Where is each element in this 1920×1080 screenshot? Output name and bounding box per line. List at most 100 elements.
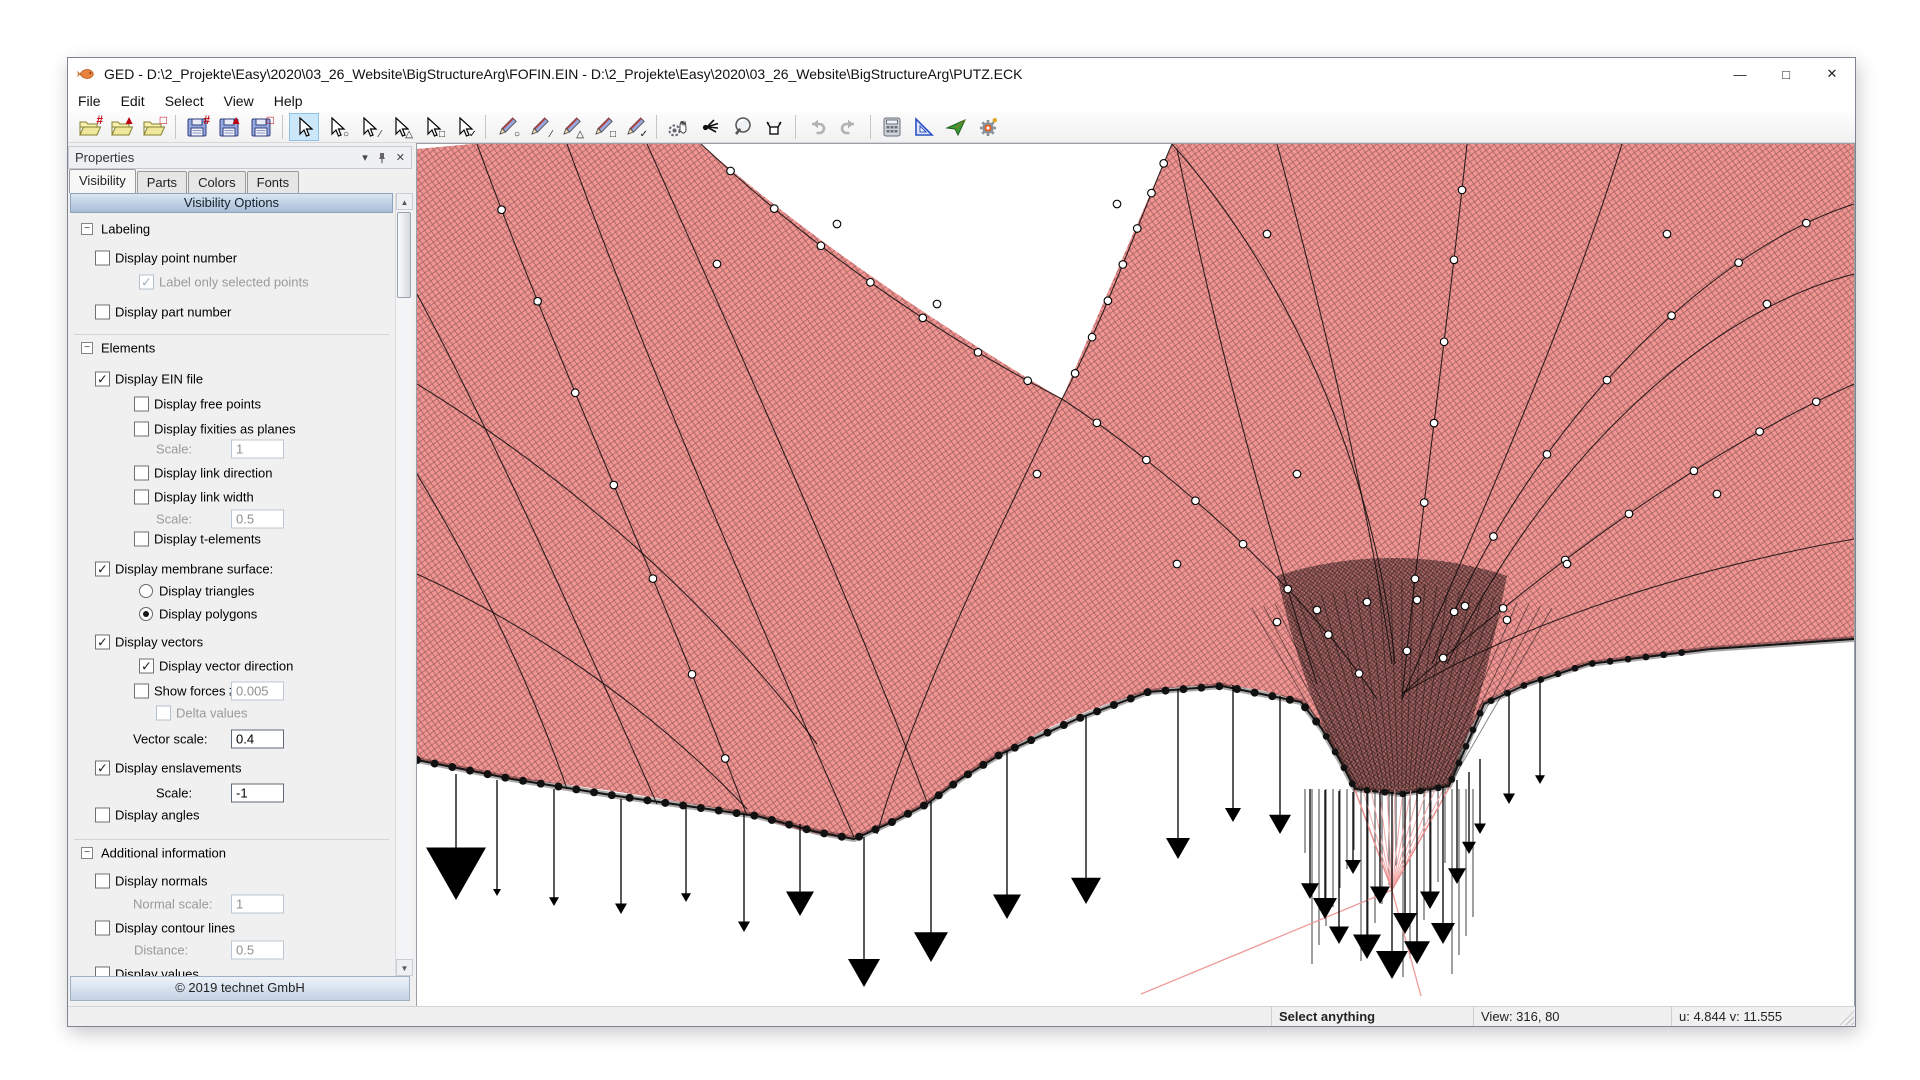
edit-apply-button[interactable]: ✓ [620,113,650,141]
checkbox[interactable] [95,808,110,823]
checkbox-label[interactable]: Display vectors [115,635,203,650]
undo-button[interactable] [802,113,832,141]
pin-icon[interactable] [376,152,388,164]
edit-points-button[interactable]: ○ [492,113,522,141]
zoom-button[interactable] [727,113,757,141]
panel-header[interactable]: Properties ▾ ✕ [68,146,412,169]
collapse-toggle-icon[interactable]: − [81,223,93,235]
checkbox[interactable]: ✓ [139,659,154,674]
text-field[interactable]: 1 [231,895,284,914]
edit-triangles-button[interactable]: △ [556,113,586,141]
checkbox[interactable]: ✓ [95,372,110,387]
open-ein-button[interactable]: # [75,113,105,141]
radio-label[interactable]: Display triangles [159,584,254,599]
close-button[interactable]: ✕ [1809,58,1855,90]
maximize-button[interactable]: □ [1763,58,1809,90]
checkbox-label[interactable]: Display vector direction [159,659,293,674]
zoom-extents-button[interactable] [759,113,789,141]
checkbox[interactable]: ✓ [95,761,110,776]
set-square-button[interactable] [909,113,939,141]
scroll-down-icon[interactable]: ▼ [396,959,413,976]
text-field[interactable]: 0.4 [231,730,284,749]
scroll-up-icon[interactable]: ▲ [396,193,413,210]
panel-menu-icon[interactable]: ▾ [362,151,368,164]
save-eck-button[interactable]: □ [246,113,276,141]
checkbox[interactable] [134,532,149,547]
checkbox[interactable] [95,921,110,936]
checkbox[interactable]: ✓ [95,562,110,577]
radio-button[interactable] [139,607,153,621]
checkbox-label[interactable]: Display values [115,967,199,977]
save-ein-button[interactable]: # [182,113,212,141]
checkbox-label[interactable]: Delta values [176,706,248,721]
run-button[interactable] [941,113,971,141]
menu-edit[interactable]: Edit [111,90,155,111]
radio-button[interactable] [139,584,153,598]
checkbox[interactable] [95,874,110,889]
menu-help[interactable]: Help [264,90,313,111]
checkbox-label[interactable]: Display link width [154,490,254,505]
checkbox[interactable] [134,490,149,505]
move-point-button[interactable] [663,113,693,141]
checkbox[interactable] [95,967,110,977]
open-fofin-button[interactable]: ▲ [107,113,137,141]
text-field[interactable]: 0.005 [231,682,284,701]
tab-colors[interactable]: Colors [188,171,246,193]
checkbox[interactable] [134,466,149,481]
save-fofin-button[interactable]: ▲ [214,113,244,141]
scrollbar-thumb[interactable] [397,212,411,298]
edit-links-button[interactable]: ∕ [524,113,554,141]
checkbox-label[interactable]: Display link direction [154,466,273,481]
text-field[interactable]: 1 [231,440,284,459]
collapse-toggle-icon[interactable]: − [81,847,93,859]
select-apply-button[interactable]: ✓ [449,113,479,141]
checkbox-label[interactable]: Display t-elements [154,532,261,547]
checkbox-label[interactable]: Label only selected points [159,275,309,290]
settings-button[interactable] [973,113,1003,141]
panel-scrollbar[interactable]: ▲ ▼ [395,193,412,976]
edit-quads-button[interactable]: □ [588,113,618,141]
checkbox-label[interactable]: Display normals [115,874,207,889]
select-triangles-button[interactable]: △ [385,113,415,141]
text-field[interactable]: -1 [231,784,284,803]
checkbox-label[interactable]: Display fixities as planes [154,422,296,437]
collapse-toggle-icon[interactable]: − [81,342,93,354]
minimize-button[interactable]: — [1717,58,1763,90]
drawing-canvas[interactable] [416,143,1855,1009]
checkbox-label[interactable]: Display part number [115,305,231,320]
spider-web-button[interactable] [695,113,725,141]
calculator-button[interactable] [877,113,907,141]
text-field[interactable]: 0.5 [231,510,284,529]
checkbox-label[interactable]: Display angles [115,808,200,823]
menu-file[interactable]: File [68,90,111,111]
checkbox[interactable] [134,422,149,437]
checkbox[interactable] [156,706,171,721]
checkbox-label[interactable]: Display EIN file [115,372,203,387]
checkbox[interactable] [134,397,149,412]
checkbox[interactable] [95,251,110,266]
checkbox-label[interactable]: Display enslavements [115,761,241,776]
checkbox[interactable]: ✓ [139,275,154,290]
checkbox-label[interactable]: Display contour lines [115,921,235,936]
checkbox[interactable] [134,684,149,699]
select-tool-button[interactable] [289,113,319,141]
radio-label[interactable]: Display polygons [159,607,257,622]
select-points-button[interactable]: ○ [321,113,351,141]
tab-fonts[interactable]: Fonts [247,171,300,193]
panel-close-icon[interactable]: ✕ [396,151,405,164]
open-eck-button[interactable]: □ [139,113,169,141]
checkbox[interactable]: ✓ [95,635,110,650]
checkbox-label[interactable]: Display point number [115,251,237,266]
checkbox[interactable] [95,305,110,320]
menu-view[interactable]: View [214,90,264,111]
tab-parts[interactable]: Parts [137,171,187,193]
text-field[interactable]: 0.5 [231,941,284,960]
select-links-button[interactable]: ∕ [353,113,383,141]
redo-button[interactable] [834,113,864,141]
model-viewport[interactable] [417,144,1854,1008]
checkbox-label[interactable]: Display free points [154,397,261,412]
checkbox-label[interactable]: Show forces ≥ [154,684,236,699]
tab-visibility[interactable]: Visibility [69,169,136,193]
select-quads-button[interactable]: □ [417,113,447,141]
menu-select[interactable]: Select [155,90,214,111]
